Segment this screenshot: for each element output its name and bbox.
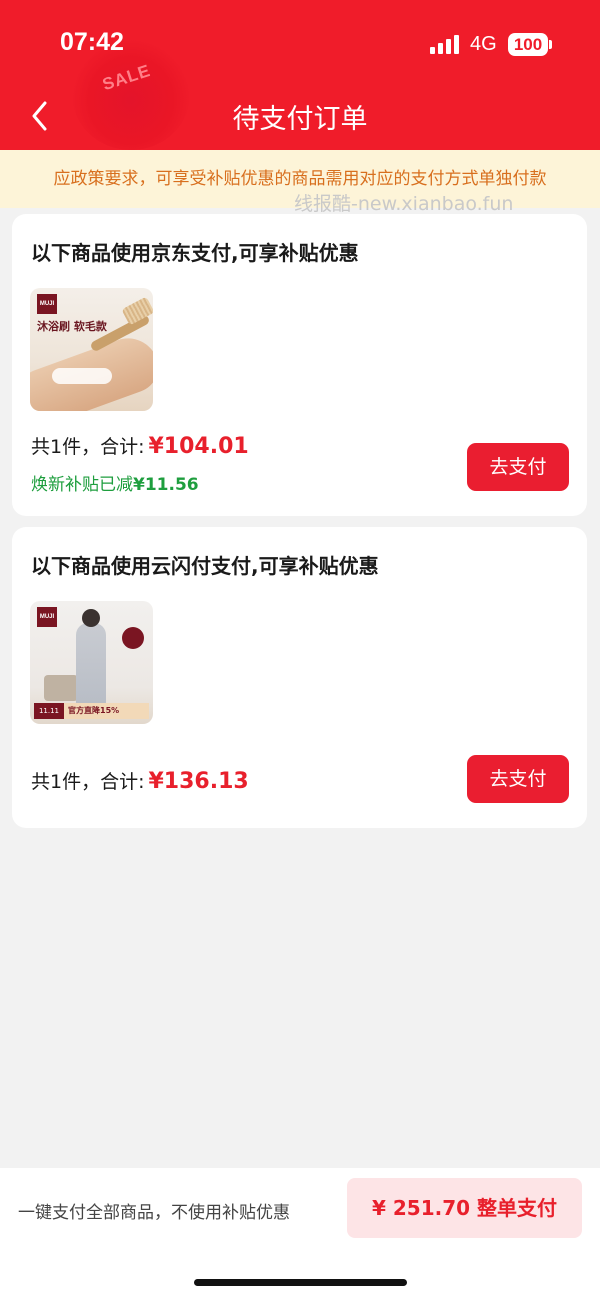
- subsidy-label: 焕新补贴已减: [31, 475, 133, 495]
- subsidy-amount: ¥11.56: [133, 475, 199, 495]
- header: SALE 07:42 4G 100 待支付订单: [0, 0, 600, 150]
- subsidy-info: 焕新补贴已减¥11.56: [31, 470, 199, 495]
- status-bar: 07:42 4G 100: [0, 0, 600, 90]
- model-illustration: [76, 623, 106, 709]
- summary-label: 共1件，合计:: [31, 771, 145, 793]
- home-indicator[interactable]: [194, 1279, 407, 1286]
- pay-button[interactable]: 去支付: [467, 443, 569, 491]
- group-title: 以下商品使用京东支付,可享补贴优惠: [31, 241, 359, 265]
- promo-badge-icon: [122, 627, 144, 649]
- network-type: 4G: [470, 33, 497, 55]
- summary-label: 共1件，合计:: [31, 436, 145, 458]
- signal-icon: [430, 34, 462, 54]
- pay-all-button[interactable]: ¥ 251.70 整单支付: [347, 1178, 582, 1238]
- order-group-card: 以下商品使用京东支付,可享补贴优惠 MUJI 沐浴刷 软毛款 共1件，合计: ¥1…: [12, 214, 587, 516]
- pending-orders-page: SALE 07:42 4G 100 待支付订单 应政策要求，可享受补贴优惠的商品…: [0, 0, 600, 1300]
- product-image[interactable]: MUJI 官方直降15% 11.11: [30, 601, 153, 724]
- chair-illustration: [44, 675, 78, 701]
- order-summary: 共1件，合计: ¥104.01: [31, 432, 249, 459]
- order-price: ¥136.13: [148, 769, 249, 794]
- page-title: 待支付订单: [232, 104, 368, 135]
- brand-logo: MUJI: [37, 607, 57, 627]
- foam-illustration: [52, 368, 112, 384]
- order-summary: 共1件，合计: ¥136.13: [31, 767, 249, 794]
- battery-icon: 100: [508, 33, 548, 56]
- group-title: 以下商品使用云闪付支付,可享补贴优惠: [31, 554, 379, 578]
- pay-button[interactable]: 去支付: [467, 755, 569, 803]
- promo-tag: 11.11: [34, 703, 64, 719]
- watermark: 线报酷-new.xianbao.fun: [294, 193, 514, 215]
- model-head-illustration: [82, 609, 100, 627]
- brand-logo: MUJI: [37, 294, 57, 314]
- status-time: 07:42: [60, 28, 124, 56]
- battery-tip: [549, 40, 552, 49]
- order-group-card: 以下商品使用云闪付支付,可享补贴优惠 MUJI 官方直降15% 11.11 共1…: [12, 527, 587, 828]
- product-caption: 沐浴刷 软毛款: [37, 320, 107, 333]
- product-image[interactable]: MUJI 沐浴刷 软毛款: [30, 288, 153, 411]
- pay-all-tip: 一键支付全部商品，不使用补贴优惠: [18, 1203, 290, 1223]
- order-price: ¥104.01: [148, 434, 249, 459]
